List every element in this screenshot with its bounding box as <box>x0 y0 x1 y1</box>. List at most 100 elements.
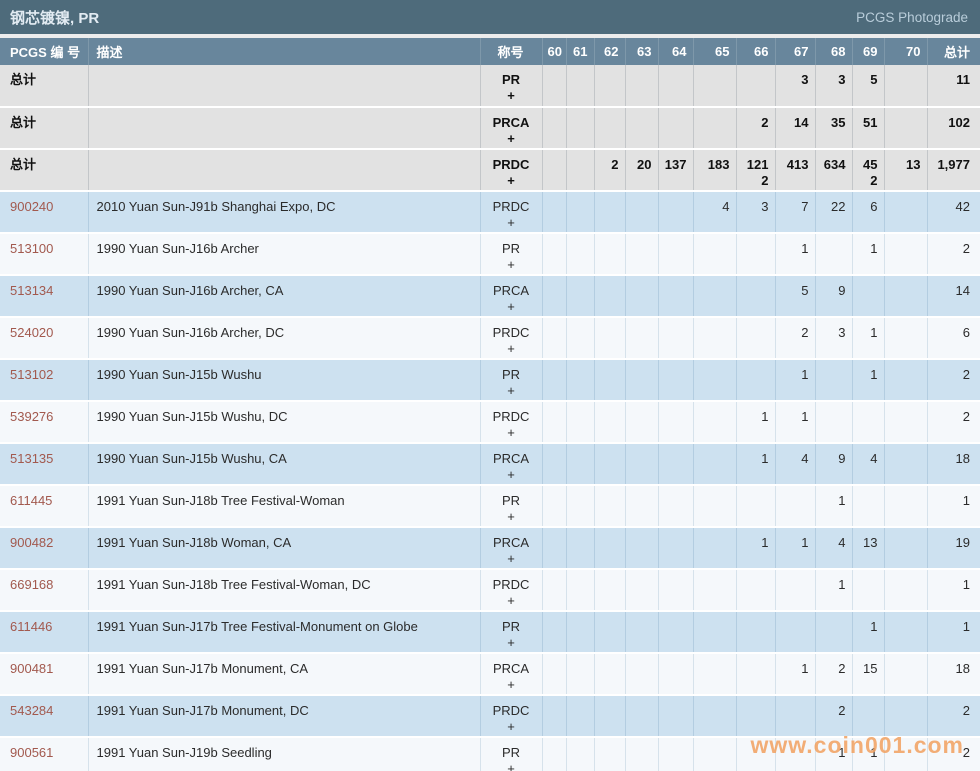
description-cell: 1991 Yuan Sun-J18b Tree Festival-Woman, … <box>88 569 480 611</box>
grade-cell-64 <box>658 737 693 771</box>
description-cell: 1991 Yuan Sun-J19b Seedling <box>88 737 480 771</box>
pcgs-number-link[interactable]: 669168 <box>10 577 53 592</box>
col-header-designation: 称号 <box>480 38 542 65</box>
coin-row: 5131021990 Yuan Sun-J15b WushuPR+112 <box>0 359 980 401</box>
grade-cell-69: 13 <box>852 527 884 569</box>
grade-cell-63 <box>625 317 658 359</box>
grade-cell-67: 4 <box>775 443 815 485</box>
grade-cell-66 <box>736 65 775 107</box>
row-total-cell: 42 <box>927 191 980 233</box>
grade-cell-63 <box>625 611 658 653</box>
coin-row: 9005611991 Yuan Sun-J19b SeedlingPR+112 <box>0 737 980 771</box>
row-total-cell: 2 <box>927 233 980 275</box>
total-row: 总计PRDC+2201371831212413634452131,977 <box>0 149 980 191</box>
grade-cell-69 <box>852 695 884 737</box>
grade-cell-61 <box>566 527 594 569</box>
designation-cell: PRCA+ <box>480 443 542 485</box>
row-total-cell: 2 <box>927 695 980 737</box>
pcgs-number-link[interactable]: 900482 <box>10 535 53 550</box>
pcgs-number-link[interactable]: 513102 <box>10 367 53 382</box>
pcgs-number-link[interactable]: 611446 <box>10 619 52 634</box>
pcgs-number-cell: 543284 <box>0 695 88 737</box>
grade-cell-60 <box>542 401 566 443</box>
grade-cell-68: 2 <box>815 695 852 737</box>
designation-cell: PR+ <box>480 233 542 275</box>
grade-cell-68: 9 <box>815 443 852 485</box>
pcgs-number-link[interactable]: 900561 <box>10 745 53 760</box>
grade-cell-63 <box>625 527 658 569</box>
grade-cell-70 <box>884 401 927 443</box>
grade-cell-61 <box>566 737 594 771</box>
grade-cell-61 <box>566 443 594 485</box>
description-cell <box>88 65 480 107</box>
designation-cell: PR+ <box>480 485 542 527</box>
grade-cell-60 <box>542 737 566 771</box>
grade-cell-65 <box>693 737 736 771</box>
description-cell: 1990 Yuan Sun-J15b Wushu, CA <box>88 443 480 485</box>
grade-cell-70 <box>884 443 927 485</box>
grade-cell-64 <box>658 317 693 359</box>
grade-cell-69: 1 <box>852 611 884 653</box>
pcgs-number-link[interactable]: 524020 <box>10 325 53 340</box>
pcgs-number-link[interactable]: 543284 <box>10 703 53 718</box>
grade-cell-64 <box>658 65 693 107</box>
designation-cell: PRCA+ <box>480 527 542 569</box>
col-header-pcgs-no: PCGS 编 号 <box>0 38 88 65</box>
pcgs-number-link[interactable]: 900481 <box>10 661 53 676</box>
pcgs-number-link[interactable]: 513100 <box>10 241 53 256</box>
grade-cell-63 <box>625 653 658 695</box>
grade-cell-62 <box>594 359 625 401</box>
grade-cell-61 <box>566 275 594 317</box>
grade-cell-64 <box>658 653 693 695</box>
grade-cell-60 <box>542 191 566 233</box>
grade-cell-69: 4 <box>852 443 884 485</box>
coin-row: 9004811991 Yuan Sun-J17b Monument, CAPRC… <box>0 653 980 695</box>
grade-cell-62 <box>594 107 625 149</box>
grade-cell-65 <box>693 233 736 275</box>
pcgs-number-link[interactable]: 513134 <box>10 283 53 298</box>
pcgs-number-link[interactable]: 539276 <box>10 409 53 424</box>
grade-cell-67: 1 <box>775 359 815 401</box>
photograde-link[interactable]: PCGS Photograde <box>856 10 968 25</box>
grade-cell-62 <box>594 695 625 737</box>
grade-cell-62 <box>594 275 625 317</box>
grade-cell-67: 2 <box>775 317 815 359</box>
coin-row: 5240201990 Yuan Sun-J16b Archer, DCPRDC+… <box>0 317 980 359</box>
grade-cell-70 <box>884 65 927 107</box>
pcgs-number-link[interactable]: 900240 <box>10 199 53 214</box>
grade-cell-67: 7 <box>775 191 815 233</box>
header-row: PCGS 编 号描述称号6061626364656667686970总计 <box>0 38 980 65</box>
grade-cell-70 <box>884 359 927 401</box>
grade-cell-65 <box>693 443 736 485</box>
grade-cell-67: 1 <box>775 653 815 695</box>
pcgs-number-cell: 669168 <box>0 569 88 611</box>
grade-cell-60 <box>542 317 566 359</box>
coin-row: 9004821991 Yuan Sun-J18b Woman, CAPRCA+1… <box>0 527 980 569</box>
grade-cell-64: 137 <box>658 149 693 191</box>
pcgs-number-link[interactable]: 611445 <box>10 493 52 508</box>
grade-cell-65 <box>693 401 736 443</box>
grade-cell-67: 14 <box>775 107 815 149</box>
total-row: 总计PR+33511 <box>0 65 980 107</box>
description-cell: 1990 Yuan Sun-J16b Archer, DC <box>88 317 480 359</box>
grade-cell-65 <box>693 569 736 611</box>
row-total-cell: 2 <box>927 359 980 401</box>
coin-row: 9002402010 Yuan Sun-J91b Shanghai Expo, … <box>0 191 980 233</box>
grade-cell-68 <box>815 611 852 653</box>
grade-cell-68: 4 <box>815 527 852 569</box>
pcgs-number-cell: 900481 <box>0 653 88 695</box>
row-total-cell: 11 <box>927 65 980 107</box>
grade-cell-65: 4 <box>693 191 736 233</box>
grade-cell-66 <box>736 695 775 737</box>
row-total-cell: 102 <box>927 107 980 149</box>
grade-cell-64 <box>658 191 693 233</box>
row-total-cell: 14 <box>927 275 980 317</box>
pcgs-number-link[interactable]: 513135 <box>10 451 53 466</box>
grade-cell-65 <box>693 107 736 149</box>
grade-cell-61 <box>566 611 594 653</box>
col-header-grade-70: 70 <box>884 38 927 65</box>
grade-cell-63 <box>625 191 658 233</box>
grade-cell-63 <box>625 65 658 107</box>
grade-cell-69: 6 <box>852 191 884 233</box>
grade-cell-63 <box>625 695 658 737</box>
